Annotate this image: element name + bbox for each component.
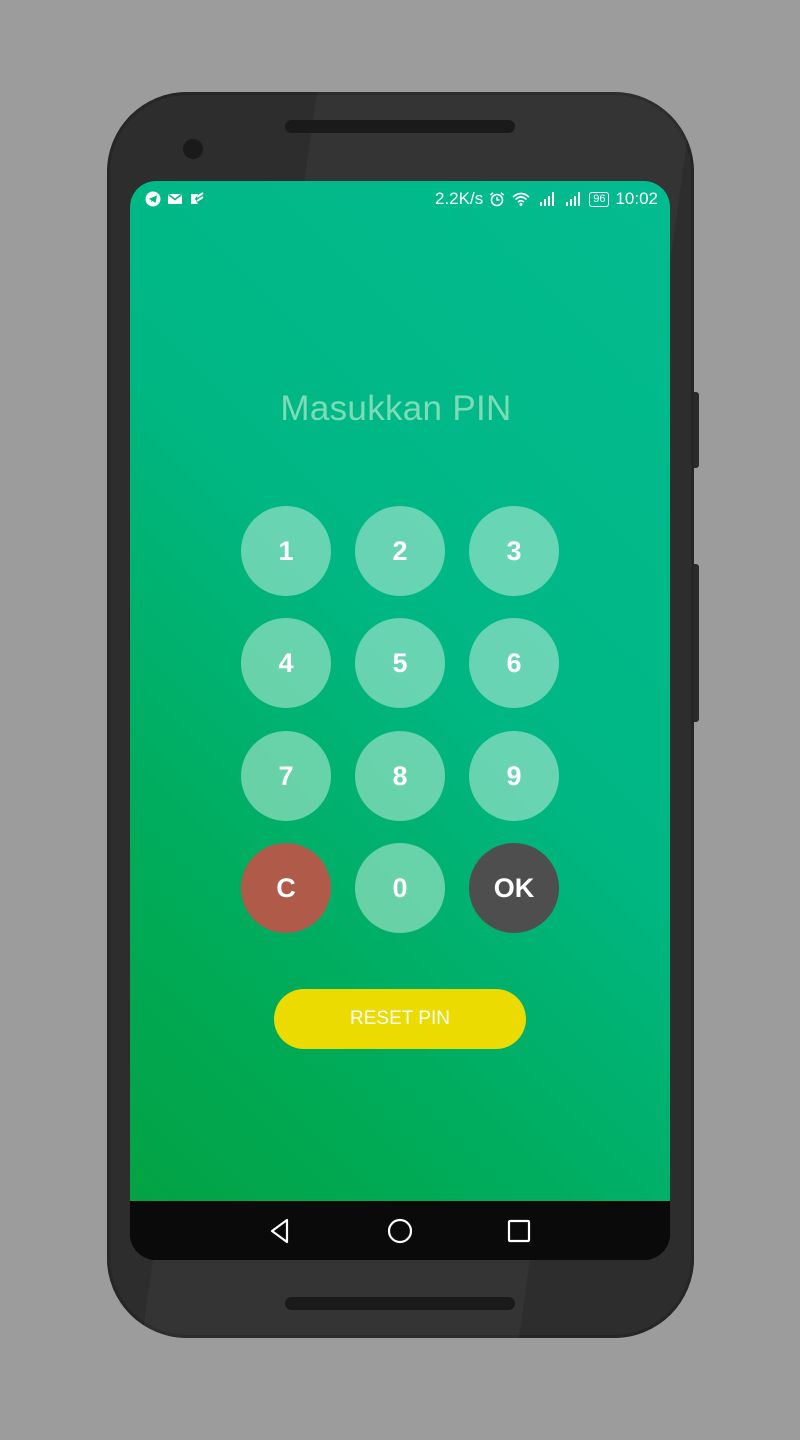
navigation-bar	[130, 1201, 670, 1260]
front-camera	[183, 139, 203, 159]
signal-icon	[540, 192, 555, 206]
recents-icon[interactable]	[504, 1216, 534, 1246]
top-speaker	[285, 120, 515, 133]
back-icon[interactable]	[266, 1216, 296, 1246]
wifi-icon	[512, 192, 530, 206]
power-button	[694, 392, 699, 468]
feedly-icon	[191, 192, 204, 204]
key-5[interactable]: 5	[355, 618, 445, 708]
clock: 10:02	[615, 189, 658, 208]
volume-button	[694, 564, 699, 722]
key-4[interactable]: 4	[241, 618, 331, 708]
network-speed: 2.2K/s	[435, 189, 484, 208]
status-bar: 2.2K/s 96 10:02	[130, 181, 670, 217]
signal-icon	[566, 192, 581, 206]
clear-button[interactable]: C	[241, 843, 331, 933]
notification-icons	[145, 191, 205, 207]
ok-button[interactable]: OK	[469, 843, 559, 933]
key-6[interactable]: 6	[469, 618, 559, 708]
pin-screen: 2.2K/s 96 10:02 Masukkan PIN 1 2 3 4 5 6…	[130, 181, 670, 1201]
battery-indicator: 96	[589, 191, 610, 207]
key-1[interactable]: 1	[241, 506, 331, 596]
alarm-icon	[490, 192, 505, 207]
key-2[interactable]: 2	[355, 506, 445, 596]
key-9[interactable]: 9	[469, 731, 559, 821]
key-0[interactable]: 0	[355, 843, 445, 933]
gmail-icon	[168, 193, 182, 204]
reset-pin-button[interactable]: RESET PIN	[274, 989, 526, 1049]
telegram-icon	[145, 191, 161, 207]
screen: 2.2K/s 96 10:02 Masukkan PIN 1 2 3 4 5 6…	[130, 181, 670, 1260]
key-8[interactable]: 8	[355, 731, 445, 821]
key-7[interactable]: 7	[241, 731, 331, 821]
key-3[interactable]: 3	[469, 506, 559, 596]
system-status: 2.2K/s 96 10:02	[435, 189, 658, 209]
home-icon[interactable]	[385, 1216, 415, 1246]
page-title: Masukkan PIN	[280, 389, 512, 428]
bottom-speaker	[285, 1297, 515, 1310]
